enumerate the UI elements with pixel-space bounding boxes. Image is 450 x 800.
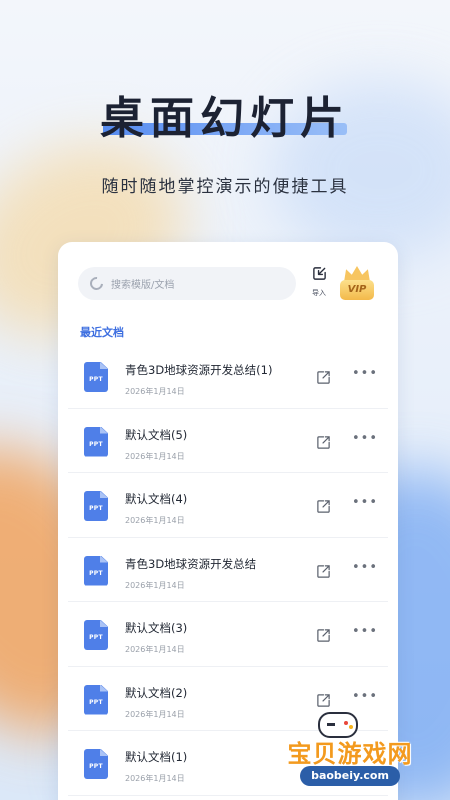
ppt-file-icon: PPT [84, 749, 108, 779]
document-name: 默认文档(3) [125, 621, 188, 635]
document-date: 2026年1月14日 [125, 451, 185, 461]
document-name: 默认文档(5) [125, 427, 188, 442]
search-icon [87, 274, 106, 293]
ppt-file-icon: PPT [84, 684, 108, 715]
more-icon[interactable]: ••• [352, 561, 377, 577]
import-label: 导入 [312, 289, 326, 297]
site-watermark: 宝贝游戏网 baobeiy.com [270, 712, 440, 790]
document-date: 2026年1月14日 [125, 774, 185, 783]
list-item[interactable]: PPT 默认文档(4) 2026年1月14日 ••• [68, 473, 388, 538]
more-icon[interactable]: ••• [352, 367, 377, 383]
vip-label: VIP [340, 280, 374, 300]
ppt-file-icon: PPT [84, 491, 108, 521]
more-icon[interactable]: ••• [352, 432, 377, 448]
ppt-file-icon: PPT [84, 362, 108, 392]
document-date: 2026年1月14日 [125, 387, 185, 396]
recent-documents-heading: 最近文档 [80, 326, 124, 339]
watermark-text: 宝贝游戏网 [287, 740, 413, 768]
document-name: 青色3D地球资源开发总结 [125, 556, 257, 571]
document-date: 2026年1月14日 [125, 709, 185, 719]
document-name: 青色3D地球资源开发总结(1) [125, 363, 273, 377]
ppt-file-icon: PPT [84, 555, 108, 586]
document-date: 2026年1月14日 [125, 516, 185, 525]
import-button[interactable]: 导入 [308, 266, 330, 298]
share-icon[interactable] [316, 370, 331, 385]
ppt-file-icon: PPT [84, 620, 108, 650]
search-placeholder: 搜索模版/文档 [111, 280, 175, 291]
list-item[interactable]: PPT 默认文档(5) 2026年1月14日 ••• [68, 409, 388, 473]
more-icon[interactable]: ••• [352, 496, 377, 512]
document-name: 默认文档(1) [125, 750, 188, 764]
share-icon[interactable] [316, 435, 331, 450]
ppt-file-icon: PPT [84, 426, 108, 457]
page-subtitle: 随时随地掌控演示的便捷工具 [101, 177, 349, 197]
watermark-domain: baobeiy.com [300, 766, 400, 786]
more-icon[interactable]: ••• [352, 625, 377, 641]
document-name: 默认文档(4) [125, 492, 188, 506]
document-date: 2026年1月14日 [125, 645, 185, 654]
more-icon[interactable]: ••• [352, 690, 377, 706]
vip-button[interactable]: VIP [340, 266, 374, 302]
page-title: 桌面幻灯片 [100, 93, 350, 144]
document-date: 2026年1月14日 [125, 580, 185, 590]
list-item[interactable]: PPT 青色3D地球资源开发总结(1) 2026年1月14日 ••• [68, 344, 388, 409]
list-item[interactable]: PPT 默认文档(3) 2026年1月14日 ••• [68, 602, 388, 667]
document-name: 默认文档(2) [125, 685, 188, 700]
share-icon[interactable] [316, 628, 331, 643]
share-icon[interactable] [316, 499, 331, 514]
share-icon[interactable] [316, 564, 331, 579]
share-icon[interactable] [316, 693, 331, 708]
import-icon [312, 267, 326, 280]
search-input[interactable]: 搜索模版/文档 [78, 267, 296, 300]
list-item[interactable]: PPT 青色3D地球资源开发总结 2026年1月14日 ••• [68, 538, 388, 602]
